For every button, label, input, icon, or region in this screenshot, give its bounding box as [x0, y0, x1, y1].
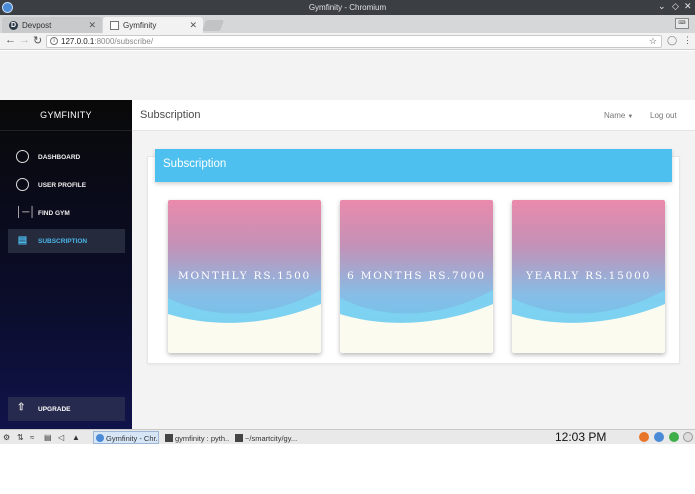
- window-title: Gymfinity - Chromium: [308, 3, 387, 12]
- chromium-icon: [96, 434, 104, 442]
- upgrade-label: UPGRADE: [38, 406, 71, 413]
- terminal-icon: [165, 434, 173, 442]
- url-path: :8000/subscribe/: [94, 37, 154, 46]
- task-python[interactable]: gymfinity : pyth...: [162, 431, 230, 444]
- plan-label: 6 MONTHS RS.7000: [347, 270, 486, 282]
- task-terminal[interactable]: ~/smartcity/gy...: [232, 431, 298, 444]
- extension-icon[interactable]: ◯: [667, 35, 677, 46]
- task-label: Gymfinity - Chr...: [106, 434, 159, 443]
- user-name-label: Name: [604, 111, 626, 120]
- user-name-dropdown[interactable]: Name ▼: [604, 111, 633, 120]
- url-host: 127.0.0.1: [61, 37, 95, 46]
- sidebar-item-label: SUBSCRIPTION: [38, 238, 88, 245]
- window-titlebar: Gymfinity - Chromium ⌄ ◇ ✕: [0, 0, 695, 15]
- volume-icon[interactable]: ◁: [58, 433, 64, 442]
- rocket-icon: ⇧: [17, 402, 26, 413]
- card-icon: ▤: [17, 235, 28, 246]
- upgrade-button[interactable]: ⇧ UPGRADE: [8, 397, 125, 421]
- sidebar: GYMFINITY DASHBOARD USER PROFILE │─│ FIN…: [0, 100, 132, 429]
- logout-link[interactable]: Log out: [650, 111, 677, 120]
- brand-logo: GYMFINITY: [0, 100, 132, 131]
- card-header: Subscription: [155, 149, 672, 182]
- sidebar-item-label: DASHBOARD: [38, 154, 81, 161]
- power-icon[interactable]: [683, 432, 693, 442]
- dumbbell-icon: │─│: [16, 207, 36, 218]
- firefox-icon[interactable]: [639, 432, 649, 442]
- network-icon[interactable]: ⇅: [17, 433, 24, 442]
- menu-icon[interactable]: ⋮: [683, 35, 692, 46]
- sidebar-item-label: FIND GYM: [38, 210, 70, 217]
- os-taskbar: ⚙ ⇅ ≈ ▤ ◁ ▲ Gymfinity - Chr... gymfinity…: [0, 429, 695, 444]
- screenshot-margin: [0, 444, 695, 494]
- close-tab-icon[interactable]: ✕: [189, 20, 197, 31]
- plan-monthly[interactable]: MONTHLY RS.1500: [168, 200, 321, 353]
- close-icon[interactable]: ✕: [684, 1, 692, 12]
- close-tab-icon[interactable]: ✕: [88, 20, 96, 31]
- sidebar-item-subscription[interactable]: ▤ SUBSCRIPTION: [8, 229, 125, 253]
- user-circle-icon: [16, 178, 29, 191]
- address-bar[interactable]: i 127.0.0.1:8000/subscribe/ ☆: [46, 35, 662, 48]
- clipboard-icon[interactable]: ▤: [44, 433, 52, 442]
- tab-gymfinity[interactable]: Gymfinity ✕: [103, 17, 203, 33]
- reload-icon[interactable]: ↻: [33, 34, 42, 47]
- minimize-icon[interactable]: ⌄: [658, 1, 666, 12]
- info-icon[interactable]: i: [50, 37, 58, 45]
- forward-icon[interactable]: →: [19, 34, 30, 46]
- devpost-icon: D: [9, 21, 18, 30]
- tab-label: Gymfinity: [123, 21, 157, 30]
- clock: 12:03 PM: [555, 430, 607, 444]
- settings-icon[interactable]: ⚙: [3, 433, 10, 442]
- tab-devpost[interactable]: D Devpost ✕: [2, 17, 102, 33]
- wifi-icon[interactable]: ≈: [30, 433, 34, 442]
- chromium-launcher-icon[interactable]: [654, 432, 664, 442]
- pie-chart-icon: [16, 150, 29, 163]
- bookmark-star-icon[interactable]: ☆: [649, 36, 657, 47]
- top-navbar: Subscription Name ▼ Log out: [132, 100, 695, 131]
- page-icon: [110, 21, 119, 30]
- keyboard-icon[interactable]: ⌨: [675, 18, 689, 29]
- page-title: Subscription: [140, 109, 201, 121]
- plan-label: MONTHLY RS.1500: [177, 270, 312, 282]
- task-chromium[interactable]: Gymfinity - Chr...: [93, 431, 159, 444]
- plan-label: YEARLY RS.15000: [525, 270, 652, 282]
- plan-yearly[interactable]: YEARLY RS.15000: [512, 200, 665, 353]
- tab-strip: D Devpost ✕ Gymfinity ✕ ⌨: [0, 15, 695, 33]
- browser-toolbar: ← → ↻ i 127.0.0.1:8000/subscribe/ ☆ ◯ ⋮: [0, 33, 695, 50]
- sidebar-item-find-gym[interactable]: │─│ FIND GYM: [8, 201, 125, 225]
- caret-down-icon: ▼: [627, 114, 634, 120]
- sidebar-item-label: USER PROFILE: [38, 182, 87, 189]
- back-icon[interactable]: ←: [5, 34, 16, 46]
- tab-label: Devpost: [22, 21, 52, 30]
- sidebar-item-user-profile[interactable]: USER PROFILE: [8, 173, 125, 197]
- restore-icon[interactable]: ◇: [672, 1, 679, 12]
- sidebar-item-dashboard[interactable]: DASHBOARD: [8, 145, 125, 169]
- plan-6-months[interactable]: 6 MONTHS RS.7000: [340, 200, 493, 353]
- browser-launcher-icon[interactable]: [669, 432, 679, 442]
- tray-arrow-icon[interactable]: ▲: [72, 433, 80, 442]
- new-tab-button[interactable]: [201, 20, 225, 31]
- terminal-icon: [235, 434, 243, 442]
- task-label: gymfinity : pyth...: [175, 434, 230, 443]
- task-label: ~/smartcity/gy...: [245, 434, 298, 443]
